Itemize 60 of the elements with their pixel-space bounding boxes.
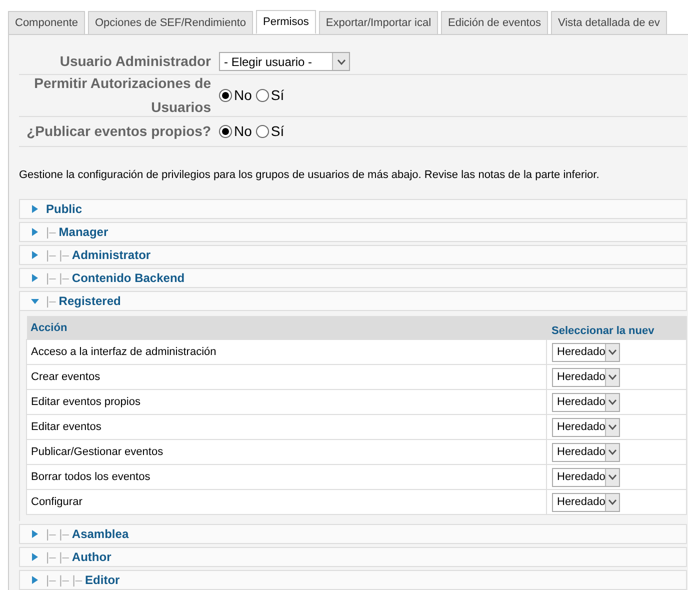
- permission-select[interactable]: Heredado: [552, 418, 620, 436]
- permission-select[interactable]: Heredado: [552, 442, 620, 462]
- tree-indent: |–: [46, 224, 56, 240]
- tree-indent: |– |– |–: [46, 572, 82, 589]
- setting-label: Usuario Administrador: [60, 52, 211, 68]
- group-header[interactable]: |– |– Asamblea: [19, 524, 687, 544]
- permission-select[interactable]: Heredado: [552, 368, 620, 386]
- tree-indent: |– |–: [46, 246, 69, 264]
- caret-right-icon: [31, 274, 39, 282]
- group-name: Editor: [85, 572, 120, 589]
- radio-button[interactable]: [256, 125, 269, 138]
- tree-indent: |– |–: [46, 526, 69, 543]
- caret-right-icon: [31, 204, 39, 212]
- caret-right-icon: [31, 553, 39, 561]
- group-header[interactable]: Public: [19, 198, 687, 218]
- column-header: Acción: [26, 316, 546, 340]
- permission-select[interactable]: Heredado: [552, 392, 620, 412]
- permission-select[interactable]: Heredado: [552, 342, 620, 362]
- tab[interactable]: Componente: [8, 11, 85, 35]
- setting-label: Permitir Autorizaciones de Usuarios: [34, 74, 211, 114]
- permission-select[interactable]: Heredado: [552, 468, 620, 486]
- group-header[interactable]: |– Manager: [19, 222, 687, 242]
- group-header[interactable]: |– Registered: [19, 290, 687, 310]
- group-name: Contenido Backend: [72, 270, 185, 286]
- group-name: Manager: [58, 224, 108, 240]
- table-cell: Configurar: [26, 490, 546, 514]
- tab[interactable]: Permisos: [256, 10, 316, 34]
- group-name: Author: [72, 549, 112, 566]
- caret-right-icon: [31, 228, 39, 236]
- tree-indent: |–: [46, 292, 56, 310]
- tree-indent: |– |–: [46, 270, 69, 286]
- caret-right-icon: [31, 530, 39, 538]
- group-header[interactable]: |– |– |– Editor: [19, 570, 687, 590]
- group-name: Administrator: [72, 246, 151, 264]
- group-name: Public: [46, 200, 82, 218]
- group-header[interactable]: |– |– Contenido Backend: [19, 268, 687, 288]
- tab[interactable]: Exportar/Importar ical: [318, 11, 438, 35]
- radio-label: Sí: [270, 122, 284, 141]
- radio-label: No: [234, 86, 252, 105]
- caret-down-icon: [31, 296, 39, 304]
- group-name: Registered: [58, 292, 121, 310]
- group-name: Asamblea: [72, 526, 129, 543]
- tab[interactable]: Edición de eventos: [441, 11, 548, 35]
- setting-label: ¿Publicar eventos propios?: [26, 122, 211, 138]
- user-select[interactable]: - Elegir usuario -: [219, 52, 350, 71]
- permission-select[interactable]: Heredado: [552, 492, 620, 512]
- group-header[interactable]: |– |– Administrator: [19, 244, 687, 264]
- caret-right-icon: [31, 576, 39, 584]
- radio-label: No: [234, 122, 252, 141]
- tab[interactable]: Vista detallada de ev: [550, 11, 667, 35]
- caret-right-icon: [31, 250, 39, 258]
- radio-button[interactable]: [219, 125, 232, 138]
- radio-button[interactable]: [219, 89, 232, 102]
- tab[interactable]: Opciones de SEF/Rendimiento: [88, 11, 254, 35]
- column-header: Seleccionar la nuev: [546, 316, 686, 340]
- description-text: Gestione la configuración de privilegios para los grupos de usuarios de más abajo. Revise las notas de la parte inferior.: [19, 168, 600, 183]
- tree-indent: |– |–: [46, 549, 69, 566]
- radio-label: Sí: [270, 86, 284, 105]
- group-header[interactable]: |– |– Author: [19, 547, 687, 567]
- radio-button[interactable]: [256, 89, 269, 102]
